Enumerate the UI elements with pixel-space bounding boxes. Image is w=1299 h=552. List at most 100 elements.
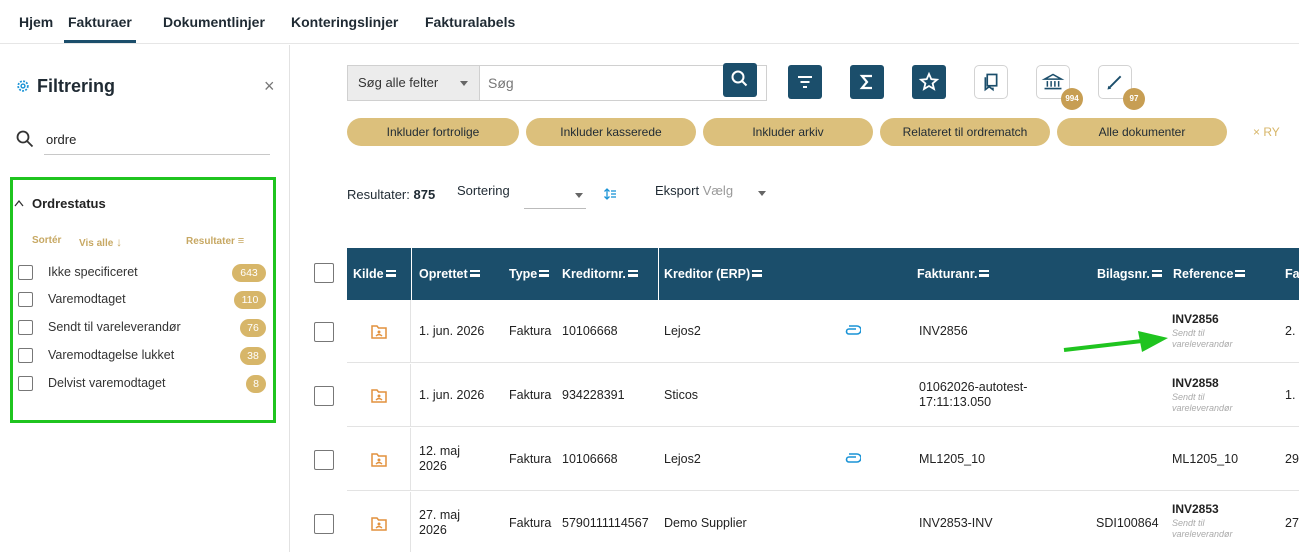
- tab-fakturalabels[interactable]: Fakturalabels: [425, 14, 515, 30]
- caret-down-icon[interactable]: [758, 191, 766, 196]
- status-label: Ikke specificeret: [48, 265, 138, 279]
- checkbox[interactable]: [18, 265, 33, 280]
- folder-icon[interactable]: [371, 516, 387, 531]
- top-nav: Hjem Fakturaer Dokumentlinjer Konterings…: [0, 0, 1299, 44]
- search-button[interactable]: [723, 63, 757, 97]
- chip-include-archive[interactable]: Inkluder arkiv: [703, 118, 873, 146]
- count-badge: 110: [234, 291, 266, 309]
- arrow-down-icon: ↓: [116, 235, 123, 249]
- section-title-ordrestatus[interactable]: Ordrestatus: [32, 196, 106, 211]
- sort-direction-icon[interactable]: [603, 187, 617, 201]
- column-divider: [411, 248, 412, 300]
- star-icon: [918, 71, 940, 91]
- chip-include-discarded[interactable]: Inkluder kasserede: [526, 118, 696, 146]
- col-kilde[interactable]: Kilde: [353, 248, 396, 300]
- bookmark-button[interactable]: [974, 65, 1008, 99]
- source-cell: [347, 364, 411, 427]
- column-menu-icon: [539, 270, 550, 277]
- show-all-link[interactable]: Vis alle ↓: [79, 235, 122, 249]
- type-cell: Faktura: [509, 452, 552, 466]
- creditor-no-cell: 10106668: [562, 324, 618, 338]
- chevron-up-icon[interactable]: [14, 199, 24, 207]
- column-menu-icon: [385, 270, 396, 277]
- col-kreditor[interactable]: Kreditor (ERP): [664, 248, 763, 300]
- row-checkbox[interactable]: [314, 322, 334, 342]
- col-type[interactable]: Type: [509, 248, 550, 300]
- status-row[interactable]: Delvist varemodtaget 8: [18, 374, 268, 394]
- reference-cell: INV2853: [1172, 502, 1219, 516]
- folder-icon[interactable]: [371, 388, 387, 403]
- search-icon: [16, 130, 34, 148]
- tab-fakturaer[interactable]: Fakturaer: [64, 14, 136, 43]
- checkbox[interactable]: [18, 348, 33, 363]
- filter-icon: [798, 76, 812, 88]
- attachment-icon[interactable]: [845, 453, 861, 463]
- checkbox[interactable]: [18, 376, 33, 391]
- status-label: Varemodtaget: [48, 292, 126, 306]
- table-row[interactable]: 1. jun. 2026 Faktura 934228391 Sticos 01…: [347, 364, 1299, 427]
- filter-button[interactable]: [788, 65, 822, 99]
- caret-down-icon[interactable]: [575, 193, 583, 198]
- col-kreditornr[interactable]: Kreditornr.: [562, 248, 638, 300]
- clear-chip-link[interactable]: × RY: [1253, 125, 1280, 139]
- table-row[interactable]: 27. maj 2026 Faktura 5790111114567 Demo …: [347, 492, 1299, 552]
- invoice-no-cell: 01062026-autotest-17:11:13.050: [919, 380, 1028, 409]
- row-checkbox[interactable]: [314, 514, 334, 534]
- results-sort-link[interactable]: Resultater ≡: [186, 235, 244, 247]
- status-label: Delvist varemodtaget: [48, 376, 166, 390]
- col-bilagsnr[interactable]: Bilagsnr.: [1097, 248, 1162, 300]
- edit-count-badge: 97: [1123, 88, 1145, 110]
- col-reference[interactable]: Reference: [1173, 248, 1246, 300]
- count-badge: 8: [246, 375, 266, 393]
- status-label: Sendt til vareleverandør: [48, 320, 181, 334]
- export-select[interactable]: Eksport Vælg: [655, 183, 733, 198]
- sorting-select[interactable]: [524, 208, 586, 209]
- checkbox[interactable]: [18, 320, 33, 335]
- col-oprettet[interactable]: Oprettet: [419, 248, 480, 300]
- folder-icon[interactable]: [371, 324, 387, 339]
- attachment-icon[interactable]: [845, 325, 861, 335]
- results-count: Resultater: 875: [347, 187, 436, 202]
- sum-icon: [859, 74, 872, 90]
- select-all-checkbox[interactable]: [314, 263, 334, 283]
- sort-link[interactable]: Sortér: [32, 235, 61, 246]
- status-row[interactable]: Varemodtaget 110: [18, 290, 268, 310]
- search-bar: Søg alle felter: [347, 65, 767, 101]
- tab-hjem[interactable]: Hjem: [19, 14, 53, 30]
- sum-button[interactable]: [850, 65, 884, 99]
- folder-icon[interactable]: [371, 452, 387, 467]
- close-icon[interactable]: ×: [264, 77, 275, 95]
- count-badge: 38: [240, 347, 266, 365]
- row-checkbox[interactable]: [314, 386, 334, 406]
- type-cell: Faktura: [509, 324, 552, 338]
- checkbox[interactable]: [18, 292, 33, 307]
- filter-search-input[interactable]: [44, 125, 270, 155]
- search-scope-select[interactable]: Søg alle felter: [348, 66, 480, 100]
- sort-lines-icon: ≡: [237, 235, 245, 247]
- filter-title: Filtrering: [37, 76, 116, 96]
- tab-konteringslinjer[interactable]: Konteringslinjer: [291, 14, 398, 30]
- reference-cell: ML1205_10: [1172, 452, 1239, 466]
- chip-include-confidential[interactable]: Inkluder fortrolige: [347, 118, 519, 146]
- col-fakturanr[interactable]: Fakturanr.: [917, 248, 990, 300]
- voucher-no-cell: SDI100864: [1096, 516, 1159, 530]
- favorite-button[interactable]: [912, 65, 946, 99]
- bookmark-icon: [984, 73, 998, 92]
- reference-status: Sendt til vareleverandør: [1172, 328, 1233, 349]
- chip-related-ordermatch[interactable]: Relateret til ordrematch: [880, 118, 1050, 146]
- fa-cell: 2.: [1285, 324, 1296, 338]
- source-cell: [347, 428, 411, 491]
- status-row[interactable]: Sendt til vareleverandør 76: [18, 318, 268, 338]
- status-row[interactable]: Varemodtagelse lukket 38: [18, 346, 268, 366]
- chip-all-documents[interactable]: Alle dokumenter: [1057, 118, 1227, 146]
- fa-cell: 1.: [1285, 388, 1296, 402]
- column-menu-icon: [1151, 270, 1162, 277]
- status-row[interactable]: Ikke specificeret 643: [18, 263, 268, 283]
- row-checkbox[interactable]: [314, 450, 334, 470]
- caret-down-icon: [460, 81, 468, 86]
- table-row[interactable]: 12. maj 2026 Faktura 10106668 Lejos2 ML1…: [347, 428, 1299, 491]
- col-fa[interactable]: Fa: [1285, 248, 1299, 300]
- search-input[interactable]: [488, 72, 718, 94]
- creditor-cell: Lejos2: [664, 324, 701, 338]
- tab-dokumentlinjer[interactable]: Dokumentlinjer: [163, 14, 265, 30]
